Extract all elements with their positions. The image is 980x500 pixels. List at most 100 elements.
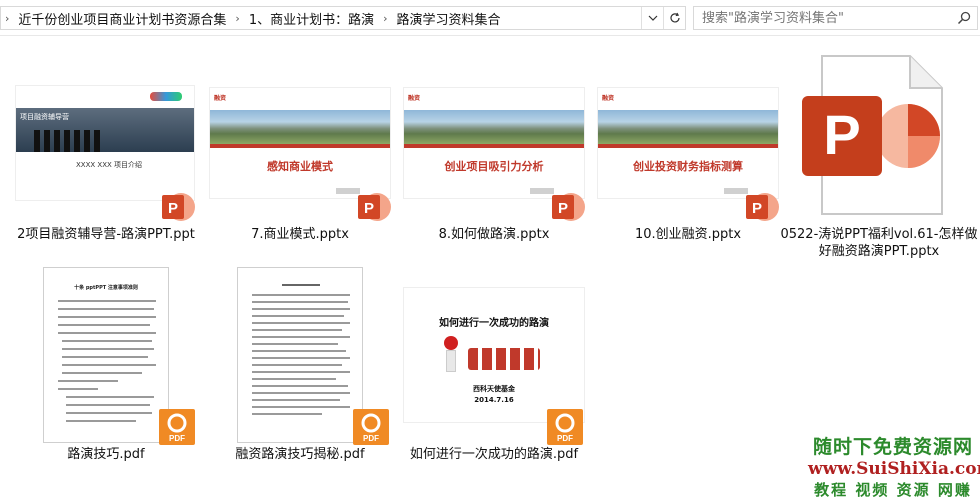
slide-divider [598,144,778,148]
chevron-down-icon[interactable] [641,7,663,29]
text-line [252,364,342,366]
file-name[interactable]: 如何进行一次成功的路演.pdf [389,446,599,463]
file-name[interactable]: 路演技巧.pdf [1,446,211,463]
text-line [62,356,148,358]
pdf-icon: PDF [353,409,389,445]
text-line [58,316,156,318]
presenter-figure [442,334,542,374]
breadcrumb-item[interactable]: 1、商业计划书：路演 [249,9,374,28]
watermark-line: 随时下免费资源网 [812,436,973,458]
logo-icon [150,92,182,101]
text-line [252,343,338,345]
svg-text:PDF: PDF [557,434,573,443]
cover-date: 2014.7.16 [474,396,514,404]
slide-tag: 融资 [214,95,227,102]
text-line [58,332,156,334]
slide-title: 创业投资财务指标测算 [633,160,743,173]
file-thumbnail: 项目融资辅导营 XXXX XXX 项目介绍 [16,86,194,200]
breadcrumb-item[interactable]: 路演学习资料集合 [397,9,501,28]
slide-title: 感知商业模式 [267,160,333,173]
text-line [252,315,344,317]
text-line [58,388,98,390]
svg-text:P: P [752,200,762,217]
text-line [252,350,346,352]
text-line [58,380,118,382]
search-input[interactable] [694,7,977,29]
svg-text:P: P [558,200,568,217]
file-name[interactable]: 10.创业融资.pptx [583,226,793,243]
text-line [66,404,150,406]
slide-tag: 融资 [602,95,615,102]
file-name[interactable]: 融资路演技巧揭秘.pdf [195,446,405,463]
cover-title: 如何进行一次成功的路演 [439,318,549,329]
powerpoint-icon: P [162,193,195,221]
slide-subtitle: XXXX XXX 项目介绍 [76,161,143,169]
svg-text:PDF: PDF [169,434,185,443]
slide-divider [404,144,584,148]
slide-photo [404,110,584,144]
site-watermark: 随时下免费资源网 www.SuiShiXia.com 教程 视频 资源 网赚 [808,432,980,500]
file-name[interactable]: 0522-涛说PPT福利vol.61-怎样做好融资路演PPT.pptx [776,226,980,260]
watermark-url: www.SuiShiXia.com [808,459,980,479]
text-line [252,392,350,394]
text-line [252,322,350,324]
svg-text:P: P [168,200,178,217]
text-line [252,385,348,387]
svg-text:P: P [364,200,374,217]
people-silhouettes [34,130,104,152]
text-line [62,364,156,366]
text-line [62,348,154,350]
powerpoint-file-icon: P [802,55,943,215]
powerpoint-icon: P [552,193,585,221]
slide-photo [598,110,778,144]
cover-org: 西科天使基金 [473,385,515,393]
chevron-right-icon: › [383,11,388,25]
text-line [282,284,320,286]
text-line [66,412,152,414]
chevron-right-icon: › [235,11,240,25]
file-thumbnail [237,267,363,443]
file-name[interactable]: 7.商业模式.pptx [195,226,405,243]
file-thumbnail: 融资 创业项目吸引力分析 [404,88,584,198]
file-name[interactable]: 2项目融资辅导营-路演PPT.ppt [1,226,211,243]
text-line [252,378,336,380]
text-line [252,413,322,415]
slide-title: 创业项目吸引力分析 [444,160,544,173]
powerpoint-icon: P [746,193,779,221]
file-thumbnail: 融资 创业投资财务指标测算 [598,88,778,198]
text-line [58,324,150,326]
text-line [252,329,342,331]
file-thumbnail: 十条 pptPPT 注意事项准则 [43,267,169,443]
text-line [252,371,350,373]
svg-text:PDF: PDF [363,434,379,443]
text-line [252,308,350,310]
text-line [252,399,340,401]
page-title: 十条 pptPPT 注意事项准则 [74,285,138,291]
text-line [252,301,348,303]
text-line [252,336,350,338]
text-line [252,357,350,359]
breadcrumb-item[interactable]: 近千份创业项目商业计划书资源合集 [18,9,226,28]
powerpoint-icon: P [358,193,391,221]
pdf-icon: PDF [159,409,195,445]
file-name[interactable]: 8.如何做路演.pptx [389,226,599,243]
slide-photo [210,110,390,144]
refresh-icon[interactable] [663,7,685,29]
text-line [58,300,156,302]
text-line [66,420,136,422]
slide-heading: 项目融资辅导营 [20,113,69,121]
slide-tag: 融资 [408,95,421,102]
breadcrumb[interactable]: › 近千份创业项目商业计划书资源合集 › 1、商业计划书：路演 › 路演学习资料… [0,6,686,30]
text-line [252,294,350,296]
text-line [62,340,152,342]
pdf-icon: PDF [547,409,583,445]
text-line [58,308,154,310]
address-bar: › 近千份创业项目商业计划书资源合集 › 1、商业计划书：路演 › 路演学习资料… [0,0,980,36]
search-field[interactable] [693,6,978,30]
file-thumbnail: 如何进行一次成功的路演 西科天使基金 2014.7.16 [404,288,584,422]
file-thumbnail: 融资 感知商业模式 [210,88,390,198]
text-line [62,372,142,374]
text-line [66,396,154,398]
chevron-right-icon: › [5,11,10,25]
search-icon[interactable] [957,11,971,29]
